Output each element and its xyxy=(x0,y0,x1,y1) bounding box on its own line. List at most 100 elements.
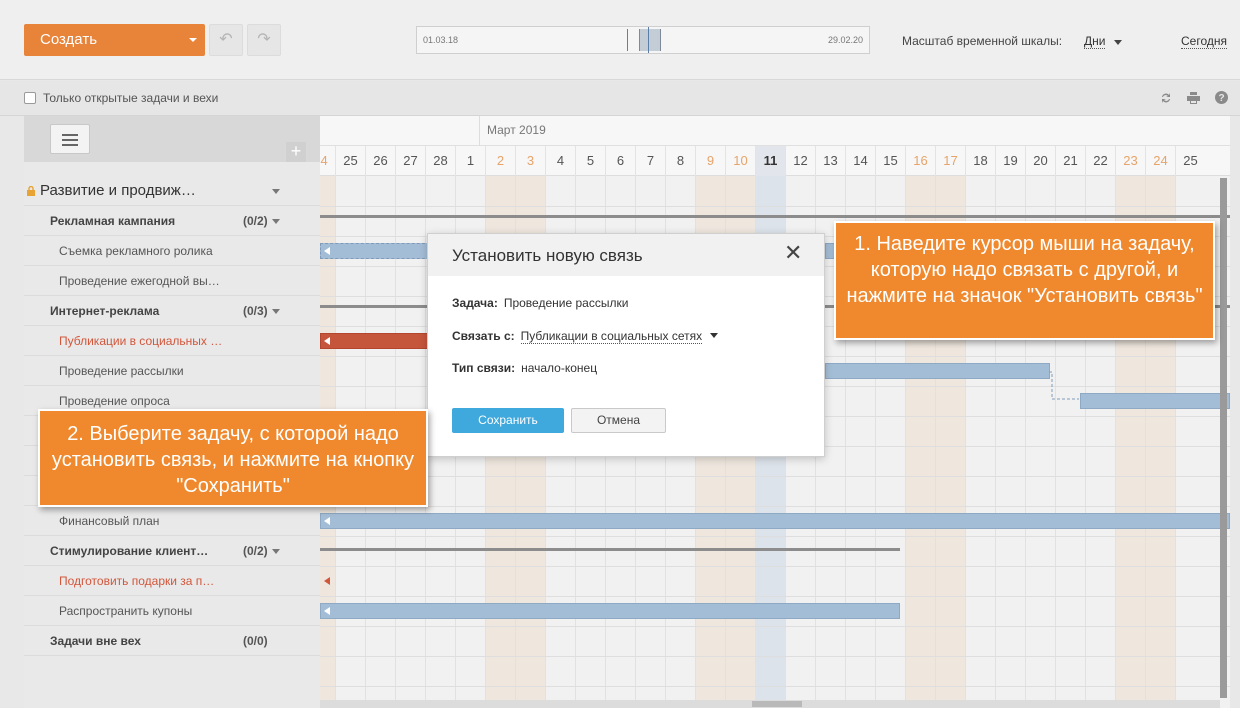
task-label: Проведение рассылки xyxy=(59,364,184,378)
day-header-cell: 1 xyxy=(455,146,485,176)
task-row[interactable]: Съемка рекламного ролика xyxy=(24,236,320,266)
instruction-callout-2: 2. Выберите задачу, с которой надо устан… xyxy=(38,409,428,507)
timeline-today-line xyxy=(648,27,649,53)
project-title: Развитие и продвиж… xyxy=(40,182,196,199)
arrow-left-icon xyxy=(324,337,330,345)
day-header-cell: 18 xyxy=(965,146,995,176)
day-header-cell: 25 xyxy=(335,146,365,176)
instruction-callout-1: 1. Наведите курсор мыши на задачу, котор… xyxy=(834,221,1215,340)
day-header-cell: 16 xyxy=(905,146,935,176)
day-header-cell: 10 xyxy=(725,146,755,176)
milestone-label: Интернет-реклама xyxy=(50,304,160,318)
row-gridline xyxy=(320,536,1230,537)
refresh-icon[interactable] xyxy=(1160,92,1172,104)
day-header-cell: 25 xyxy=(1175,146,1205,176)
day-header-cell: 26 xyxy=(365,146,395,176)
chevron-down-icon xyxy=(1114,40,1122,45)
dialog-title: Установить новую связь xyxy=(452,246,643,265)
new-link-dialog: Установить новую связь ✕ Задача: Проведен… xyxy=(427,233,825,457)
task-bar[interactable] xyxy=(320,513,1230,529)
undo-icon: ↶ xyxy=(219,31,233,48)
redo-button[interactable]: ↷ xyxy=(247,24,281,56)
row-gridline xyxy=(320,656,1230,657)
month-header: Март 2019 xyxy=(320,116,1230,146)
day-header-cell: 12 xyxy=(785,146,815,176)
milestone-row[interactable]: Стимулирование клиент… (0/2) xyxy=(24,536,320,566)
chevron-down-icon[interactable] xyxy=(272,219,280,224)
row-gridline xyxy=(320,566,1230,567)
row-gridline xyxy=(320,206,1230,207)
horizontal-scrollbar[interactable] xyxy=(320,700,1220,708)
task-row[interactable]: Подготовить подарки за п… xyxy=(24,566,320,596)
create-button[interactable]: Создать xyxy=(24,24,205,56)
only-open-checkbox[interactable] xyxy=(24,92,36,104)
only-open-label: Только открытые задачи и вехи xyxy=(43,91,219,105)
link-with-field: Связать с: Публикации в социальных сетях xyxy=(452,329,719,344)
timeline-overview[interactable]: 01.03.18 29.02.20 xyxy=(416,26,870,54)
filter-bar: Только открытые задачи и вехи ? xyxy=(0,81,1240,116)
timeline-marker xyxy=(627,29,628,51)
today-link[interactable]: Сегодня xyxy=(1181,34,1227,49)
chevron-down-icon[interactable] xyxy=(272,549,280,554)
milestone-row[interactable]: Задачи вне вех (0/0) xyxy=(24,626,320,656)
cancel-button[interactable]: Отмена xyxy=(571,408,666,433)
task-label: Публикации в социальных … xyxy=(59,334,223,348)
day-header-cell: 13 xyxy=(815,146,845,176)
hamburger-icon xyxy=(62,139,78,141)
task-bar[interactable] xyxy=(320,243,430,259)
task-row[interactable]: Финансовый план xyxy=(24,506,320,536)
day-header-cell: 27 xyxy=(395,146,425,176)
chevron-down-icon[interactable] xyxy=(710,333,719,338)
link-type-field: Тип связи: начало-конец xyxy=(452,361,597,375)
arrow-left-icon xyxy=(324,577,330,585)
milestone-count: (0/2) xyxy=(243,214,268,228)
timeline-visible-window[interactable] xyxy=(639,29,661,51)
help-icon[interactable]: ? xyxy=(1215,91,1228,104)
task-list-header: + xyxy=(24,116,320,162)
close-icon[interactable]: ✕ xyxy=(784,242,802,264)
day-header-cell: 5 xyxy=(575,146,605,176)
milestone-count: (0/0) xyxy=(243,634,268,648)
milestone-row[interactable]: Интернет-реклама (0/3) xyxy=(24,296,320,326)
task-bar[interactable] xyxy=(825,363,1050,379)
task-row[interactable]: Публикации в социальных … xyxy=(24,326,320,356)
task-row[interactable]: Проведение рассылки xyxy=(24,356,320,386)
link-with-select[interactable]: Публикации в социальных сетях xyxy=(520,329,703,344)
save-button[interactable]: Сохранить xyxy=(452,408,564,433)
project-row[interactable]: Развитие и продвиж… xyxy=(24,176,320,206)
row-gridline xyxy=(320,506,1230,507)
day-header-cell: 7 xyxy=(635,146,665,176)
row-gridline xyxy=(320,626,1230,627)
day-header-cell: 20 xyxy=(1025,146,1055,176)
create-button-label: Создать xyxy=(40,31,98,48)
day-header: 2425262728123456789101112131415161718192… xyxy=(320,146,1230,176)
day-header-cell: 24 xyxy=(1145,146,1175,176)
task-bar-overdue[interactable] xyxy=(320,333,430,349)
link-with-label: Связать с: xyxy=(452,329,515,343)
dialog-header: Установить новую связь ✕ xyxy=(428,234,824,276)
svg-text:?: ? xyxy=(1218,93,1224,104)
day-header-cell: 23 xyxy=(1115,146,1145,176)
lock-icon xyxy=(27,186,35,196)
chevron-down-icon[interactable] xyxy=(272,189,280,194)
redo-icon: ↷ xyxy=(257,31,271,48)
menu-button[interactable] xyxy=(50,124,90,154)
vertical-scrollbar[interactable] xyxy=(1220,178,1227,698)
task-row[interactable]: Проведение ежегодной вы… xyxy=(24,266,320,296)
milestone-summary-bar[interactable] xyxy=(320,215,1230,218)
milestone-row[interactable]: Рекламная кампания (0/2) xyxy=(24,206,320,236)
task-row[interactable]: Распространить купоны xyxy=(24,596,320,626)
day-header-cell: 22 xyxy=(1085,146,1115,176)
task-bar[interactable] xyxy=(320,603,900,619)
scale-dropdown[interactable]: Дни xyxy=(1084,34,1106,49)
print-icon[interactable] xyxy=(1187,92,1200,104)
task-label: Финансовый план xyxy=(59,514,160,528)
task-bar[interactable] xyxy=(1080,393,1230,409)
scrollbar-thumb[interactable] xyxy=(752,701,802,707)
add-icon[interactable]: + xyxy=(286,142,306,162)
milestone-summary-bar[interactable] xyxy=(320,548,900,551)
milestone-count: (0/2) xyxy=(243,544,268,558)
undo-button[interactable]: ↶ xyxy=(209,24,243,56)
arrow-left-icon xyxy=(324,607,330,615)
chevron-down-icon[interactable] xyxy=(272,309,280,314)
